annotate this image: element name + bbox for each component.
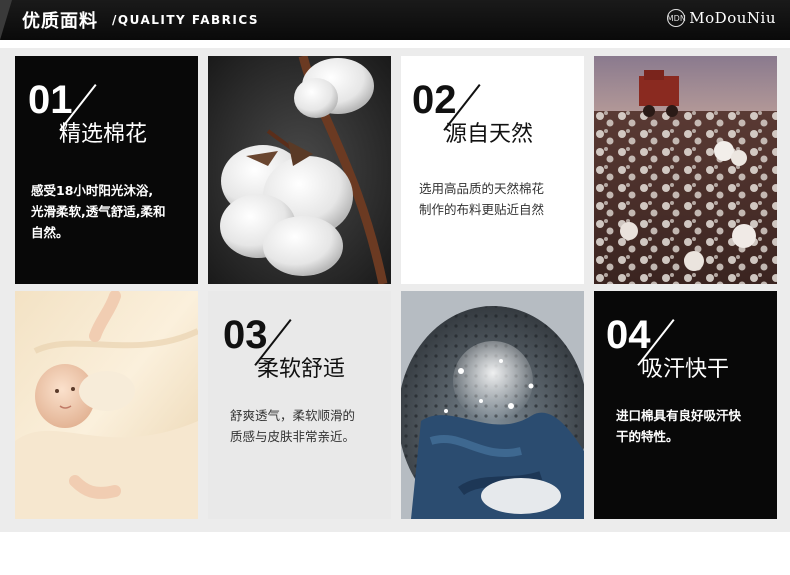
washing-machine-image bbox=[401, 291, 584, 519]
brand-name: MoDouNiu bbox=[689, 9, 776, 27]
feature-title: 吸汗快干 bbox=[641, 357, 730, 382]
baby-image bbox=[15, 291, 198, 519]
feature-title: 源自天然 bbox=[445, 122, 534, 147]
cotton-boll-image bbox=[208, 56, 391, 284]
cotton-field-photo bbox=[594, 56, 777, 284]
feature-number: 01 bbox=[28, 78, 73, 122]
brand-logo-icon: MDN bbox=[667, 9, 686, 27]
feature-number: 03 bbox=[223, 313, 268, 357]
feature-description: 感受18小时阳光沐浴, 光滑柔软,透气舒适,柔和 自然。 bbox=[31, 183, 166, 240]
feature-number: 02 bbox=[412, 78, 457, 122]
feature-description: 选用高品质的天然棉花 制作的布料更贴近自然 bbox=[419, 181, 545, 217]
feature-card-01: 01 精选棉花 感受18小时阳光沐浴, 光滑柔软,透气舒适,柔和 自然。 bbox=[15, 56, 198, 284]
brand: MDN MoDouNiu bbox=[667, 9, 776, 27]
feature-number: 04 bbox=[606, 313, 651, 357]
baby-photo bbox=[15, 291, 198, 519]
cotton-field-image bbox=[594, 56, 777, 284]
feature-title: 精选棉花 bbox=[59, 122, 148, 147]
header-accent bbox=[0, 0, 12, 40]
feature-grid: 01 精选棉花 感受18小时阳光沐浴, 光滑柔软,透气舒适,柔和 自然。 02 … bbox=[0, 48, 790, 532]
section-title: 优质面料 bbox=[22, 11, 98, 32]
feature-card-04: 04 吸汗快干 进口棉具有良好吸汗快 干的特性。 bbox=[594, 291, 777, 519]
feature-description: 进口棉具有良好吸汗快 干的特性。 bbox=[616, 408, 742, 444]
washing-machine-photo bbox=[401, 291, 584, 519]
feature-card-02: 02 源自天然 选用高品质的天然棉花 制作的布料更贴近自然 bbox=[401, 56, 584, 284]
feature-title: 柔软舒适 bbox=[257, 357, 346, 382]
feature-description: 舒爽透气，柔软顺滑的 质感与皮肤非常亲近。 bbox=[230, 408, 356, 444]
section-subtitle: /QUALITY FABRICS bbox=[112, 13, 260, 27]
header-bar: 优质面料 /QUALITY FABRICS MDN MoDouNiu bbox=[0, 0, 790, 40]
feature-card-03: 03 柔软舒适 舒爽透气，柔软顺滑的 质感与皮肤非常亲近。 bbox=[208, 291, 391, 519]
cotton-boll-photo bbox=[208, 56, 391, 284]
